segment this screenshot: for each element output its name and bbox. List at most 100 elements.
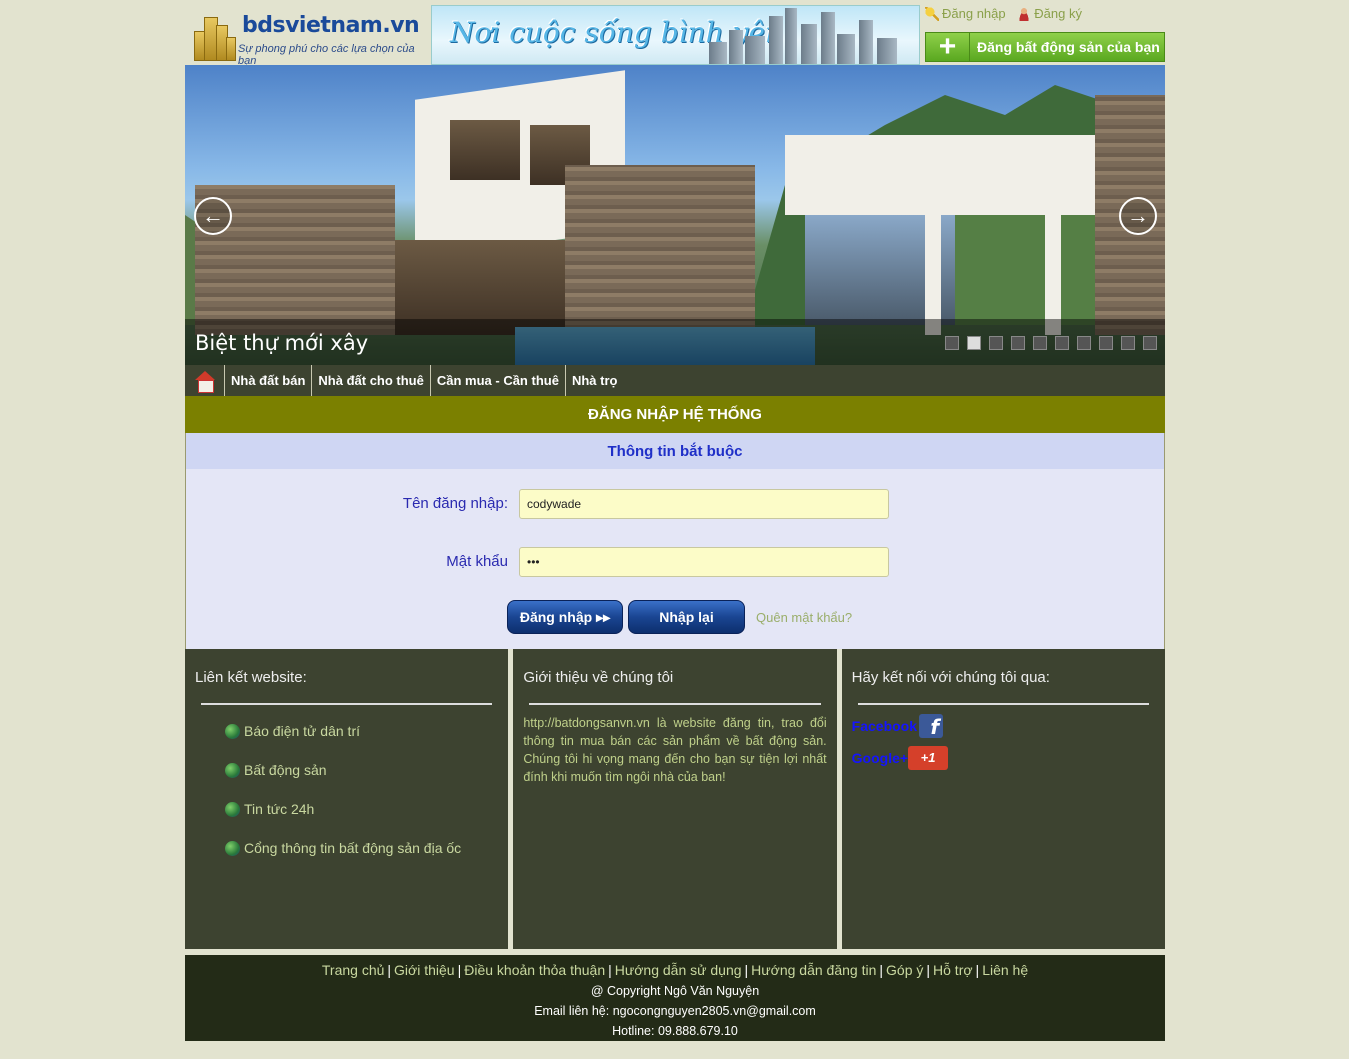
account-links: Đăng nhập Đăng ký [925, 6, 1090, 24]
slider-dot[interactable] [1121, 336, 1135, 350]
footer-link[interactable]: Giới thiệu [394, 962, 455, 978]
link-separator: | [975, 962, 980, 978]
footer-links: Trang chủ | Giới thiệu | Điều khoản thỏa thu… [185, 962, 1165, 978]
reset-button[interactable]: Nhập lại [628, 600, 745, 634]
required-info-heading: Thông tin bắt buộc [186, 433, 1164, 469]
header: bdsvietnam.vn Sự phong phú cho các lựa c… [185, 0, 1165, 67]
login-link[interactable]: Đăng nhập [925, 6, 1006, 21]
copyright: @ Copyright Ngô Văn Nguyện [590, 984, 760, 998]
nav-item-rent[interactable]: Nhà đất cho thuê [312, 365, 431, 396]
username-input[interactable] [519, 489, 889, 519]
links-column: Liên kết website: Báo điện tử dân trí Bấ… [185, 649, 509, 949]
divider [857, 703, 1149, 705]
link-separator: | [744, 962, 749, 978]
google-plus-icon: +1 [908, 746, 949, 770]
villa-pillar [925, 205, 941, 335]
footer-columns: Liên kết website: Báo điện tử dân trí Bấ… [185, 649, 1165, 949]
slider-dot[interactable] [967, 336, 981, 350]
about-text: http://batdongsanvn.vn là website đăng t… [523, 716, 827, 784]
stone-wall-center [565, 165, 755, 345]
login-button[interactable]: Đăng nhập ▸▸ [507, 600, 623, 634]
main-nav: Nhà đất bán Nhà đất cho thuê Cần mua - C… [185, 365, 1165, 396]
slider-dot[interactable] [1077, 336, 1091, 350]
social-column: Hãy kết nối với chúng tôi qua: Facebook f… [841, 649, 1165, 949]
divider [201, 703, 493, 705]
footer-link[interactable]: Trang chủ [322, 962, 385, 978]
villa-window [450, 120, 520, 180]
slide-caption: Biệt thự mới xây [195, 331, 369, 355]
about-title: Giới thiệu về chúng tôi [523, 669, 674, 686]
username-label: Tên đăng nhập: [402, 495, 508, 512]
logo-slogan: Sự phong phú cho các lựa chọn của bạn [238, 43, 415, 67]
footer-link[interactable]: Liên hệ [982, 962, 1028, 978]
user-icon [1017, 6, 1032, 21]
slider-dot[interactable] [1143, 336, 1157, 350]
login-form: Thông tin bắt buộc Tên đăng nhập: Mật kh… [185, 433, 1165, 649]
list-item[interactable]: Bất động sản [225, 762, 498, 778]
nav-item-boarding[interactable]: Nhà trọ [566, 365, 624, 396]
villa-right-roof [785, 135, 1115, 215]
skyline-image [709, 8, 899, 64]
globe-icon [225, 723, 240, 739]
login-actions: Đăng nhập ▸▸ Nhập lại Quên mật khẩu? [507, 600, 852, 634]
username-row: Tên đăng nhập: [186, 489, 1164, 519]
building-logo-icon [194, 13, 236, 61]
plus-icon: + [926, 30, 970, 63]
facebook-icon: f [919, 714, 944, 739]
post-property-button[interactable]: + Đăng bất động sản của bạn [925, 30, 1165, 63]
logo-text: bdsvietnam.vn [242, 13, 420, 38]
footer-link[interactable]: Hướng dẫn đăng tin [751, 962, 876, 978]
contact-email: Email liên hệ: ngocongnguyen2805.vn@gmai… [534, 1004, 816, 1018]
post-property-label: Đăng bất động sản của bạn [977, 39, 1160, 55]
link-separator: | [926, 962, 931, 978]
top-banner: Nơi cuộc sống bình yên [431, 5, 920, 65]
globe-icon [225, 840, 240, 856]
about-column: Giới thiệu về chúng tôi http://batdongsa… [513, 649, 837, 949]
slider-dot[interactable] [945, 336, 959, 350]
globe-icon [225, 801, 240, 817]
slider-dot[interactable] [1011, 336, 1025, 350]
list-item[interactable]: Tin tức 24h [225, 801, 498, 817]
password-label: Mật khẩu [446, 553, 508, 570]
facebook-link[interactable]: Facebook f [852, 714, 1155, 739]
slider-dot[interactable] [1099, 336, 1113, 350]
site-logo[interactable]: bdsvietnam.vn Sự phong phú cho các lựa c… [188, 5, 428, 67]
footer-link[interactable]: Hỗ trợ [933, 962, 973, 978]
list-item[interactable]: Cổng thông tin bất động sản địa ốc [225, 840, 498, 856]
footer-link[interactable]: Hướng dẫn sử dụng [615, 962, 742, 978]
home-icon [194, 370, 216, 393]
slider-dot[interactable] [989, 336, 1003, 350]
divider [529, 703, 821, 705]
google-plus-link[interactable]: Google+ +1 [852, 746, 1155, 770]
slider-prev-arrow-icon[interactable]: ← [194, 197, 232, 235]
page: bdsvietnam.vn Sự phong phú cho các lựa c… [185, 0, 1165, 1041]
login-title: ĐĂNG NHẬP HỆ THỐNG [185, 396, 1165, 433]
home-button[interactable] [185, 365, 225, 396]
footer-link[interactable]: Điều khoản thỏa thuận [464, 962, 605, 978]
social-links: Facebook f Google+ +1 [852, 714, 1155, 770]
link-separator: | [457, 962, 462, 978]
link-separator: | [387, 962, 392, 978]
social-title: Hãy kết nối với chúng tôi qua: [851, 669, 1050, 686]
footer-link[interactable]: Góp ý [886, 962, 923, 978]
password-input[interactable] [519, 547, 889, 577]
link-separator: | [879, 962, 884, 978]
password-row: Mật khẩu [186, 547, 1164, 577]
nav-item-sale[interactable]: Nhà đất bán [225, 365, 313, 396]
list-item[interactable]: Báo điện tử dân trí [225, 723, 498, 739]
villa-pillar-2 [1045, 205, 1061, 335]
slider-dot[interactable] [1033, 336, 1047, 350]
link-separator: | [608, 962, 612, 978]
image-slider: ← → Biệt thự mới xây [185, 65, 1165, 365]
globe-icon [225, 762, 240, 778]
forgot-password-link[interactable]: Quên mật khẩu? [756, 610, 852, 625]
link-list: Báo điện tử dân trí Bất động sản Tin tức… [195, 723, 498, 856]
slider-dot[interactable] [1055, 336, 1069, 350]
site-footer: Trang chủ | Giới thiệu | Điều khoản thỏa thu… [185, 955, 1165, 1041]
nav-item-buy-rent[interactable]: Cần mua - Cần thuê [431, 365, 566, 396]
links-title: Liên kết website: [195, 669, 307, 686]
slider-next-arrow-icon[interactable]: → [1119, 197, 1157, 235]
slider-dots [945, 336, 1157, 350]
hotline: Hotline: 09.888.679.10 [612, 1024, 738, 1038]
register-link[interactable]: Đăng ký [1017, 6, 1082, 21]
